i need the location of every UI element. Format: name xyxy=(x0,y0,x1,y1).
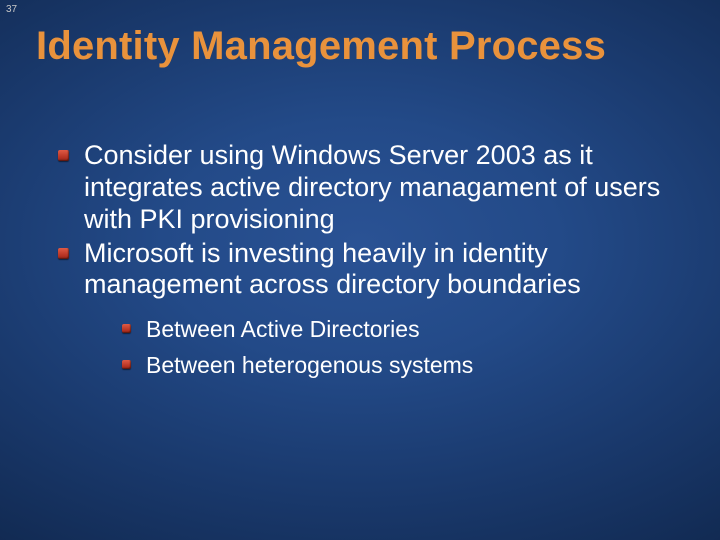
sub-bullet-item: Between heterogenous systems xyxy=(122,349,680,381)
page-number: 37 xyxy=(6,4,17,15)
bullet-list-level2: Between Active Directories Between heter… xyxy=(84,313,680,381)
slide: 37 Identity Management Process Consider … xyxy=(0,0,720,540)
sub-bullet-item: Between Active Directories xyxy=(122,313,680,345)
bullet-item: Microsoft is investing heavily in identi… xyxy=(58,238,680,382)
sub-bullet-text: Between Active Directories xyxy=(146,316,420,342)
bullet-item: Consider using Windows Server 2003 as it… xyxy=(58,140,680,236)
bullet-text: Consider using Windows Server 2003 as it… xyxy=(84,140,660,234)
bullet-text: Microsoft is investing heavily in identi… xyxy=(84,238,581,300)
sub-bullet-text: Between heterogenous systems xyxy=(146,352,473,378)
bullet-list-level1: Consider using Windows Server 2003 as it… xyxy=(58,140,680,382)
slide-title: Identity Management Process xyxy=(36,24,690,69)
slide-content: Consider using Windows Server 2003 as it… xyxy=(58,140,680,386)
